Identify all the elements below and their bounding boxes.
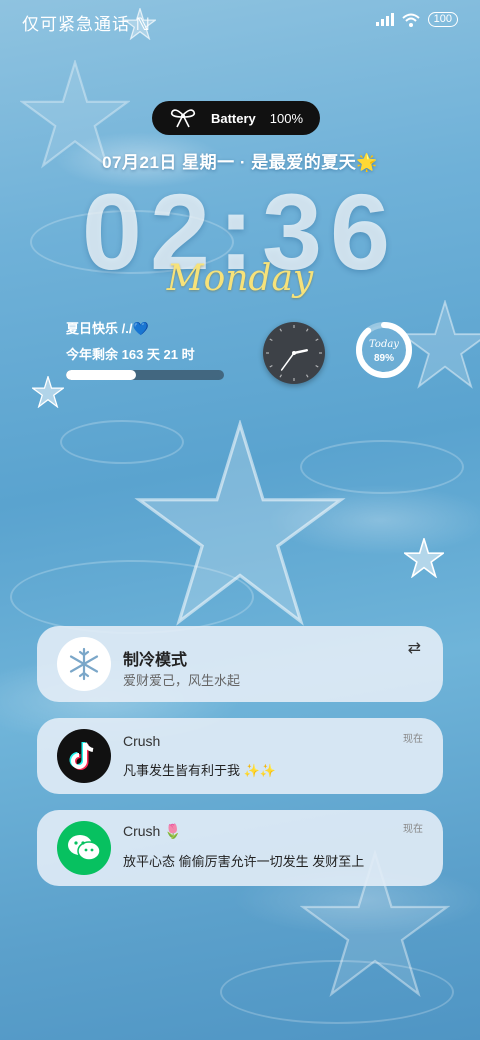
- notification-title: 制冷模式: [123, 652, 188, 669]
- battery-icon: 100: [427, 12, 458, 27]
- notification-card[interactable]: Crush 🌷 放平心态 偷偷厉害允许一切发生 发财至上 现在: [37, 810, 443, 886]
- analog-clock-face: [266, 325, 322, 381]
- ring-label: Today: [369, 339, 399, 350]
- progress-ring: [356, 322, 412, 378]
- year-progress-bar: [66, 370, 224, 380]
- daily-ring-widget[interactable]: Today 89%: [354, 320, 414, 380]
- status-icons: 100: [375, 12, 458, 27]
- signal-icon: [375, 13, 394, 26]
- carrier-label: 仅可紧急通话 ℕ: [22, 10, 151, 35]
- wifi-icon: [401, 13, 420, 27]
- clock-tick: [305, 374, 309, 378]
- clock-tick: [279, 374, 283, 378]
- notification-card[interactable]: Crush 凡事发生皆有利于我 ✨✨ 现在: [37, 718, 443, 794]
- date-line: 07月21日 星期一 · 是最爱的夏天🌟: [102, 153, 378, 172]
- snowflake-icon: [57, 637, 111, 691]
- notification-body: 爱财爱己，风生水起: [123, 673, 241, 688]
- clock-tick: [269, 364, 273, 368]
- status-bar: 仅可紧急通话 ℕ 100: [0, 0, 480, 40]
- clock-tick: [315, 338, 319, 342]
- clock-tick: [279, 328, 283, 332]
- star-decoration: [404, 538, 444, 578]
- clock-tick: [315, 364, 319, 368]
- clock-tick: [305, 328, 309, 332]
- nfc-icon: ℕ: [135, 15, 151, 34]
- battery-value: 100%: [269, 110, 304, 126]
- battery-label: Battery: [210, 110, 256, 126]
- star-decoration: [32, 376, 64, 408]
- bow-icon: [170, 109, 196, 128]
- notification-title: Crush 🌷: [123, 823, 182, 839]
- tiktok-icon: [57, 729, 111, 783]
- notification-body: 凡事发生皆有利于我 ✨✨: [123, 763, 276, 778]
- notification-time: 现在: [403, 824, 423, 835]
- clock-tick: [269, 338, 273, 342]
- notification-title: Crush: [123, 733, 161, 749]
- notification-body: 放平心态 偷偷厉害允许一切发生 发财至上: [123, 854, 365, 869]
- weekday-label: Monday: [166, 258, 314, 299]
- year-progress-fill: [66, 370, 136, 380]
- ring-value: 89%: [373, 353, 394, 364]
- swap-icon[interactable]: ⇄: [408, 638, 421, 658]
- notification-card[interactable]: 制冷模式 爱财爱己，风生水起 ⇄: [37, 626, 443, 702]
- countdown-title: 夏日快乐 /./💙: [66, 321, 149, 336]
- countdown-remaining: 今年剩余 163 天 21 时: [66, 347, 195, 362]
- notification-time: 现在: [403, 734, 423, 745]
- carrier-text: 仅可紧急通话: [22, 15, 130, 34]
- analog-clock-widget[interactable]: [263, 322, 325, 384]
- wechat-icon: [57, 821, 111, 875]
- large-star-decoration: [134, 420, 346, 626]
- battery-pill[interactable]: Battery 100%: [152, 101, 320, 135]
- minute-hand: [280, 352, 295, 371]
